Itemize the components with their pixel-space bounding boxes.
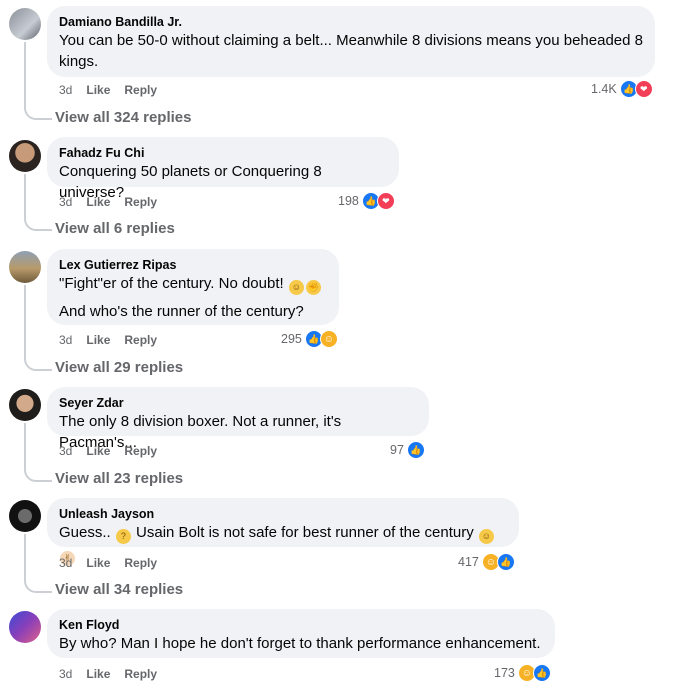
grinning-face-emoji-icon: ☺ (478, 529, 494, 544)
like-icon: 👍 (406, 441, 425, 459)
reaction-count: 417 (458, 555, 479, 569)
comment-text: And who's the runner of the century? (59, 303, 304, 320)
comment-bubble: Damiano Bandilla Jr. You can be 50-0 wit… (47, 6, 655, 77)
comment-actions: 3d Like Reply (59, 555, 171, 571)
view-all-replies[interactable]: View all 324 replies (55, 109, 191, 127)
haha-icon: ☺ (319, 330, 338, 348)
comment-text: By who? Man I hope he don't forget to th… (59, 635, 541, 652)
love-icon: ❤ (376, 192, 395, 210)
comment-bubble: Lex Gutierrez Ripas "Fight"er of the cen… (47, 249, 339, 325)
view-all-replies[interactable]: View all 6 replies (55, 220, 175, 238)
view-all-replies[interactable]: View all 23 replies (55, 470, 183, 488)
reaction-summary[interactable]: 97 👍 (390, 441, 425, 459)
comment-actions: 3d Like Reply (59, 332, 171, 348)
like-button[interactable]: Like (86, 444, 110, 458)
thread-line (24, 423, 52, 482)
thinking-face-emoji-icon: ? (115, 529, 131, 544)
avatar[interactable] (9, 251, 41, 283)
reaction-summary[interactable]: 1.4K 👍 ❤ (591, 80, 653, 98)
comment-actions: 3d Like Reply (59, 443, 171, 459)
reaction-summary[interactable]: 198 👍 ❤ (338, 192, 395, 210)
reaction-summary[interactable]: 295 👍 ☺ (281, 330, 338, 348)
reaction-count: 1.4K (591, 82, 617, 96)
comment-actions: 3d Like Reply (59, 194, 171, 210)
comment-time[interactable]: 3d (59, 556, 72, 570)
like-button[interactable]: Like (86, 333, 110, 347)
comment-author[interactable]: Seyer Zdar (59, 395, 417, 411)
reply-button[interactable]: Reply (124, 333, 157, 347)
avatar[interactable] (9, 8, 41, 40)
reply-button[interactable]: Reply (124, 556, 157, 570)
comment-bubble: Unleash Jayson Guess.. ? Usain Bolt is n… (47, 498, 519, 566)
avatar[interactable] (9, 500, 41, 532)
comment-time[interactable]: 3d (59, 333, 72, 347)
like-button[interactable]: Like (86, 83, 110, 97)
view-all-replies[interactable]: View all 29 replies (55, 359, 183, 377)
reaction-count: 173 (494, 666, 515, 680)
avatar[interactable] (9, 611, 41, 643)
like-button[interactable]: Like (86, 667, 110, 681)
like-icon: 👍 (496, 553, 515, 571)
comment-time[interactable]: 3d (59, 195, 72, 209)
comment-author[interactable]: Fahadz Fu Chi (59, 145, 387, 161)
thread-line (24, 174, 52, 231)
reaction-count: 295 (281, 332, 302, 346)
reaction-count: 198 (338, 194, 359, 208)
reply-button[interactable]: Reply (124, 444, 157, 458)
like-icon: 👍 (532, 664, 551, 682)
comment-time[interactable]: 3d (59, 444, 72, 458)
reply-button[interactable]: Reply (124, 195, 157, 209)
smiling-face-emoji-icon: ☺ (288, 280, 304, 295)
comment-time[interactable]: 3d (59, 667, 72, 681)
view-all-replies[interactable]: View all 34 replies (55, 581, 183, 599)
reaction-summary[interactable]: 417 ☺ 👍 (458, 553, 515, 571)
reaction-count: 97 (390, 443, 404, 457)
comment-author[interactable]: Ken Floyd (59, 617, 543, 633)
comment-text: "Fight"er of the century. No doubt! ☺ ✊ (59, 273, 327, 295)
like-button[interactable]: Like (86, 195, 110, 209)
reply-button[interactable]: Reply (124, 83, 157, 97)
comment-bubble: Fahadz Fu Chi Conquering 50 planets or C… (47, 137, 399, 201)
reaction-summary[interactable]: 173 ☺ 👍 (494, 664, 551, 682)
thread-line (24, 534, 52, 593)
comment-bubble: Seyer Zdar The only 8 division boxer. No… (47, 387, 429, 451)
like-button[interactable]: Like (86, 556, 110, 570)
love-icon: ❤ (634, 80, 653, 98)
comment-author[interactable]: Lex Gutierrez Ripas (59, 257, 327, 273)
flexed-biceps-emoji-icon: ✊ (305, 280, 321, 295)
comment-author[interactable]: Unleash Jayson (59, 506, 507, 522)
comment-actions: 3d Like Reply (59, 666, 171, 682)
comment-author[interactable]: Damiano Bandilla Jr. (59, 14, 643, 30)
comment-actions: 3d Like Reply (59, 82, 171, 98)
avatar[interactable] (9, 389, 41, 421)
avatar[interactable] (9, 140, 41, 172)
reply-button[interactable]: Reply (124, 667, 157, 681)
comment-text: You can be 50-0 without claiming a belt.… (59, 32, 643, 70)
comment-bubble: Ken Floyd By who? Man I hope he don't fo… (47, 609, 555, 658)
comment-time[interactable]: 3d (59, 83, 72, 97)
